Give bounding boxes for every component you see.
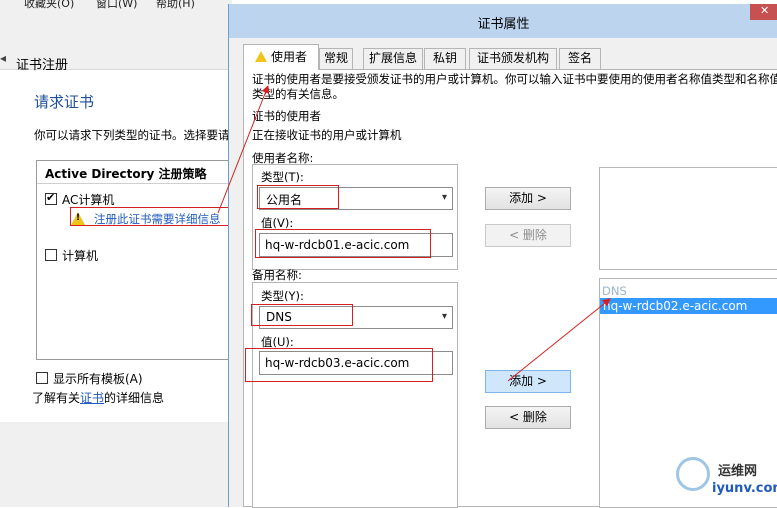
close-icon[interactable]: ✕	[750, 4, 777, 20]
wizard-footer	[0, 422, 232, 507]
subject-name-list[interactable]	[599, 167, 777, 270]
menu-favorites[interactable]: 收藏夹(O)	[24, 0, 74, 11]
certificate-enrollment-window: 收藏夹(O) 窗口(W) 帮助(H) ◂ 证书注册 请求证书 你可以请求下列类型…	[0, 0, 237, 507]
show-all-templates-label: 显示所有模板(A)	[53, 372, 143, 386]
tab-private-key[interactable]: 私钥	[424, 48, 466, 69]
policy-title: Active Directory 注册策略	[45, 167, 207, 181]
warning-icon	[254, 51, 267, 62]
tab-extensions[interactable]: 扩展信息	[363, 48, 423, 69]
divider	[37, 183, 237, 184]
menu-help[interactable]: 帮助(H)	[156, 0, 195, 11]
alternative-name-group: 类型(Y): DNS ▾ 值(U): hq-w-rdcb03.e-acic.co…	[245, 282, 458, 508]
remove-alt-name-button[interactable]: < 删除	[485, 406, 571, 429]
annotation-highlight-box	[257, 185, 339, 209]
menu-window[interactable]: 窗口(W)	[96, 0, 137, 11]
tab-certification-authority[interactable]: 证书颁发机构	[469, 48, 557, 69]
back-arrow-icon[interactable]: ◂	[0, 51, 6, 65]
remove-subject-button[interactable]: < 删除	[485, 224, 571, 247]
tab-general[interactable]: 常规	[319, 48, 353, 69]
learn-more-suffix: 的详细信息	[104, 391, 165, 405]
add-subject-button[interactable]: 添加 >	[485, 187, 571, 210]
ac-computer-label: AC计算机	[62, 193, 115, 207]
subject-heading: 证书的使用者	[252, 109, 321, 123]
subject-type-label: 类型(T):	[261, 170, 304, 184]
tab-subject[interactable]: 使用者	[243, 44, 319, 70]
learn-more-text: 了解有关证书的详细信息	[32, 389, 164, 406]
computer-checkbox[interactable]	[45, 249, 57, 261]
certificate-properties-dialog: 证书属性 ✕ 使用者 常规 扩展信息 私钥 证书颁发机构 签名 证书的使用者是要…	[228, 4, 777, 508]
page-heading: 请求证书	[34, 93, 95, 111]
chevron-down-icon: ▾	[441, 192, 447, 203]
tab-subject-label: 使用者	[270, 50, 307, 64]
intro-text: 证书的使用者是要接受颁发证书的用户或计算机。你可以输入证书中要使用的使用者名称值…	[252, 72, 777, 101]
annotation-highlight-box	[70, 207, 230, 226]
watermark-logo-icon	[676, 457, 710, 491]
subject-name-group: 类型(T): 公用名 ▾ 值(V): hq-w-rdcb01.e-acic.co…	[252, 164, 458, 270]
enrollment-policy-panel: Active Directory 注册策略 AC计算机 ! 注册此证书需要详细信…	[36, 160, 237, 360]
wizard-header: ◂ 证书注册	[0, 12, 232, 73]
tab-signature[interactable]: 签名	[559, 48, 601, 69]
subject-description: 正在接收证书的用户或计算机	[252, 128, 402, 142]
wizard-title: 证书注册	[16, 58, 69, 73]
list-group-header: DNS	[602, 284, 627, 298]
list-item[interactable]: hq-w-rdcb02.e-acic.com	[600, 298, 777, 314]
annotation-highlight-box	[245, 348, 433, 382]
chevron-down-icon: ▾	[441, 311, 447, 322]
dialog-title-bar: 证书属性 ✕	[229, 4, 777, 38]
computer-label: 计算机	[62, 249, 99, 263]
page-description: 你可以请求下列类型的证书。选择要请	[34, 128, 230, 142]
watermark-line1: 运维网	[718, 464, 758, 479]
menu-bar: 收藏夹(O) 窗口(W) 帮助(H)	[0, 0, 232, 12]
add-alt-name-button[interactable]: 添加 >	[485, 370, 571, 393]
annotation-highlight-box	[255, 229, 431, 258]
show-all-templates-checkbox[interactable]	[36, 372, 48, 384]
annotation-highlight-box	[251, 304, 353, 326]
subject-tab-page: 证书的使用者是要接受颁发证书的用户或计算机。你可以输入证书中要使用的使用者名称值…	[243, 69, 777, 508]
learn-more-prefix: 了解有关	[32, 391, 81, 405]
watermark-line2: iyunv.com	[712, 481, 777, 496]
alt-type-label: 类型(Y):	[261, 289, 304, 303]
alt-name-label: 备用名称:	[252, 268, 302, 282]
dialog-title: 证书属性	[477, 17, 530, 32]
certificate-link[interactable]: 证书	[80, 391, 104, 405]
ac-computer-checkbox[interactable]	[45, 191, 57, 205]
